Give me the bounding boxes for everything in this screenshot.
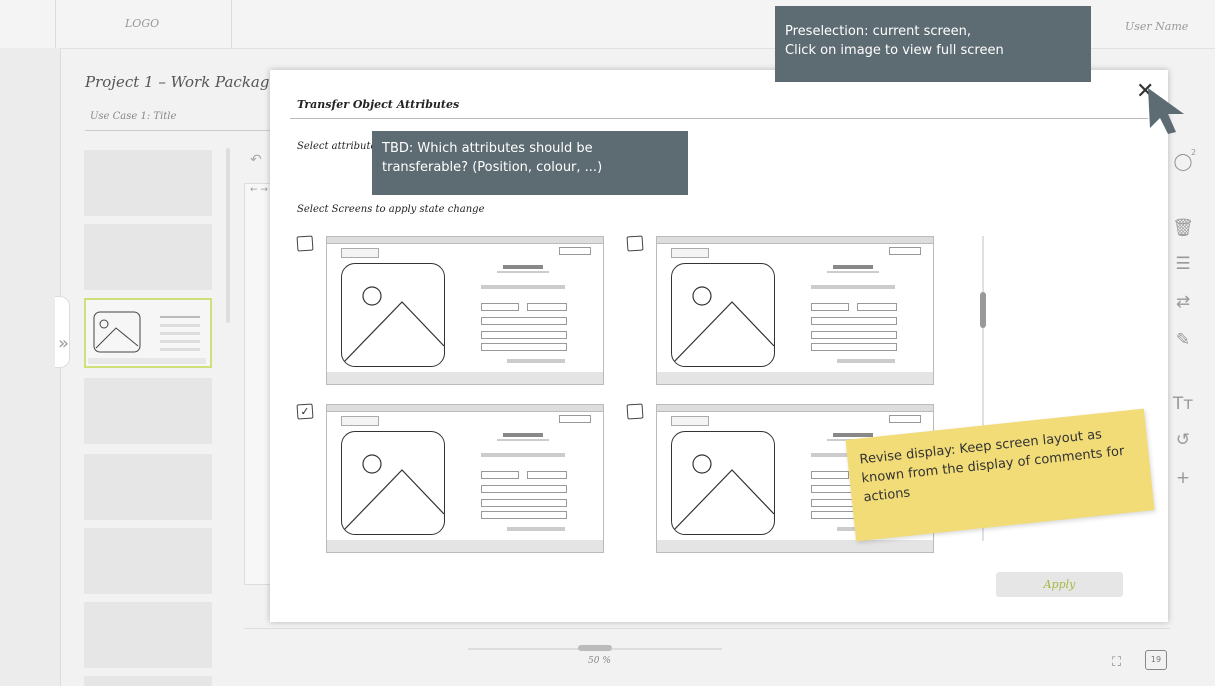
user-name[interactable]: User Name — [1125, 20, 1188, 33]
screen-preview[interactable] — [656, 236, 934, 385]
logo: LOGO — [125, 17, 160, 30]
screen-checkbox[interactable] — [626, 403, 644, 420]
add-icon[interactable]: + — [1172, 468, 1194, 488]
filmstrip-icon[interactable]: 19 — [1145, 650, 1167, 670]
zoom-slider-handle[interactable] — [578, 645, 612, 651]
zoom-label: 50 % — [588, 656, 611, 666]
select-screens-label: Select Screens to apply state change — [297, 204, 485, 215]
screen-thumbnail[interactable] — [84, 454, 212, 520]
paint-brush-icon[interactable]: ✎ — [1172, 330, 1194, 350]
screen-thumbnail[interactable] — [84, 676, 212, 686]
page-title: Project 1 – Work Package 1 — [85, 73, 293, 91]
thumbnail-wireframe-icon — [88, 311, 206, 364]
left-rail — [0, 48, 61, 686]
screen-thumbnail[interactable] — [84, 150, 212, 216]
screen-thumbnail[interactable] — [84, 528, 212, 594]
dialog-divider — [290, 118, 1148, 119]
preview-scrollbar-handle[interactable] — [980, 292, 986, 328]
canvas-frame — [244, 183, 272, 585]
text-size-icon[interactable]: Tт — [1172, 394, 1194, 414]
divider — [244, 628, 1170, 629]
rail-expand-tab[interactable] — [55, 296, 70, 368]
list-icon[interactable]: ☰ — [1172, 254, 1194, 274]
cursor-pointer-icon — [1148, 88, 1184, 134]
screen-preview[interactable] — [326, 404, 604, 553]
trash-icon[interactable]: 🗑 — [1172, 218, 1194, 238]
screen-checkbox[interactable]: ✓ — [296, 403, 314, 420]
browser-nav-icon: ← → — [250, 185, 268, 195]
transfer-icon[interactable]: ⇄ — [1172, 292, 1194, 312]
screen-thumbnail[interactable] — [84, 378, 212, 444]
use-case-title: Use Case 1: Title — [90, 111, 177, 122]
select-attribute-label: Select attribute — [297, 141, 377, 152]
dialog-title: Transfer Object Attributes — [297, 98, 460, 111]
thumbnail-scrollbar[interactable] — [226, 148, 230, 323]
screen-thumbnail[interactable] — [84, 602, 212, 668]
screen-checkbox[interactable] — [296, 235, 314, 252]
screen-thumbnail[interactable] — [84, 224, 212, 290]
undo-icon[interactable]: ↶ — [250, 152, 262, 168]
expand-chevron-icon[interactable]: » — [58, 333, 69, 354]
apply-button[interactable]: Apply — [996, 572, 1123, 597]
screen-checkbox[interactable] — [626, 235, 644, 252]
history-icon[interactable]: ↺ — [1172, 430, 1194, 450]
screen-preview[interactable] — [326, 236, 604, 385]
preselection-note: Preselection: current screen, Click on i… — [775, 6, 1091, 82]
tbd-note: TBD: Which attributes should be transfer… — [372, 131, 688, 195]
screen-thumbnail-selected[interactable] — [84, 298, 212, 368]
comment-count: 2 — [1191, 148, 1197, 157]
fullscreen-icon[interactable]: ⛶ — [1112, 655, 1121, 670]
